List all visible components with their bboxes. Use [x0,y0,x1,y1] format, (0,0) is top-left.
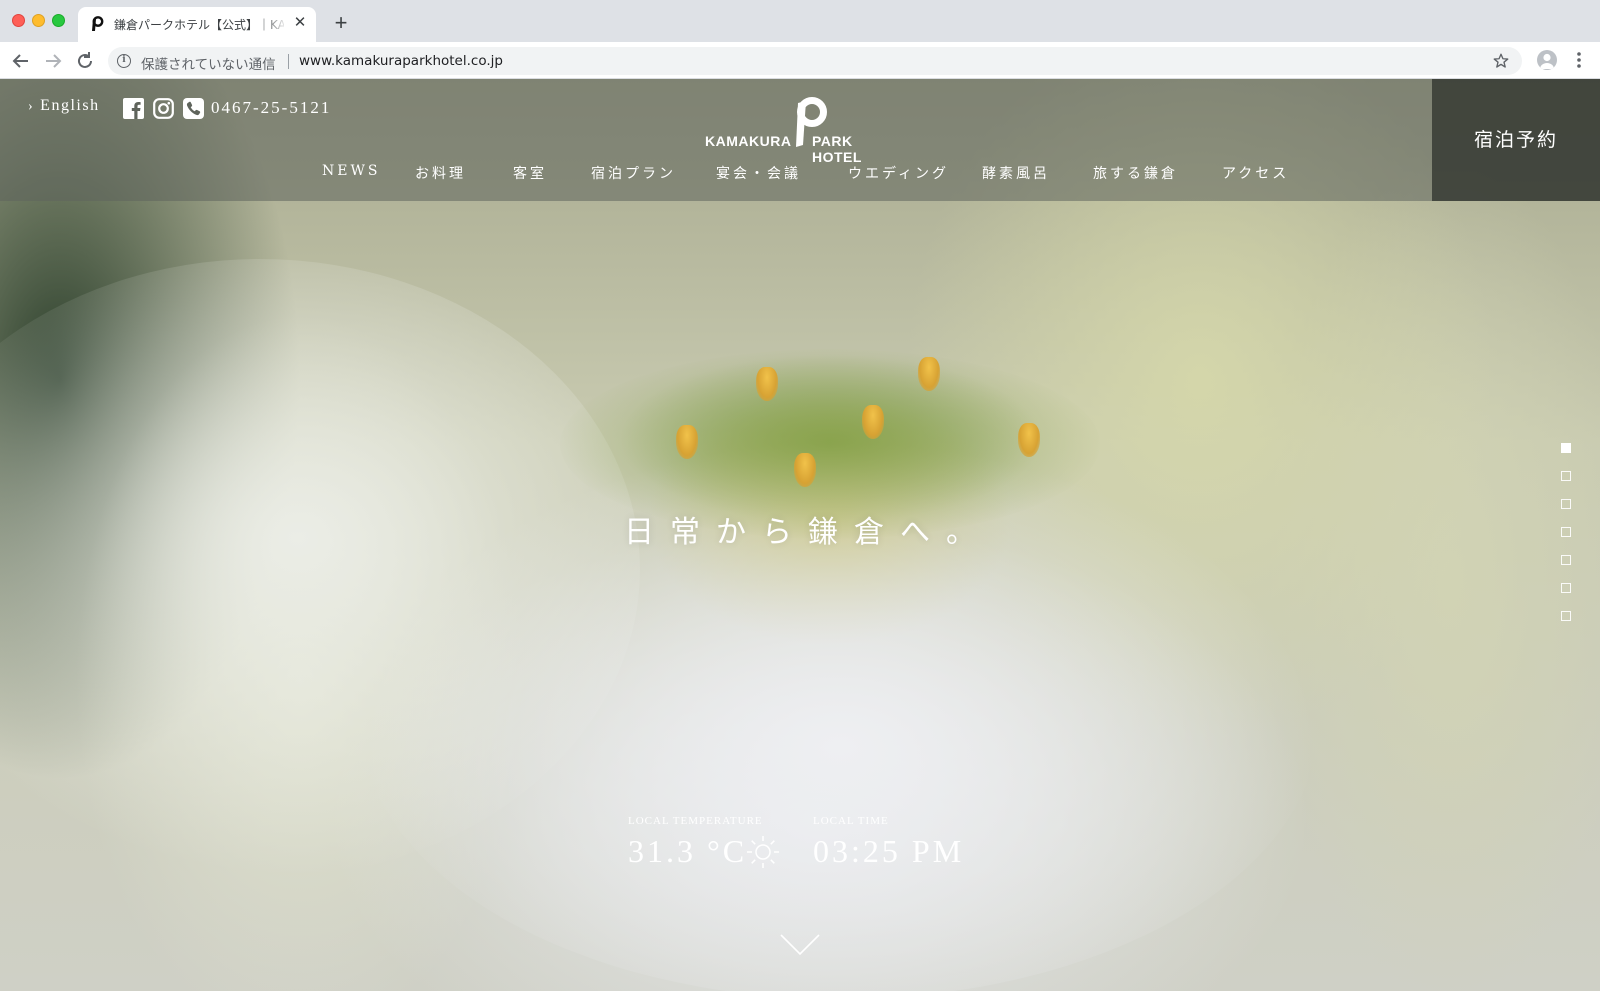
facebook-icon[interactable] [123,98,144,119]
logo-text-park-hotel: PARK HOTEL [812,133,862,165]
instagram-icon[interactable] [153,98,174,119]
temperature-label: LOCAL TEMPERATURE [628,815,763,827]
browser-menu-icon[interactable] [1576,51,1582,69]
phone-icon[interactable] [183,98,204,119]
nav-banquet[interactable]: 宴会・会議 [716,163,801,183]
time-label: LOCAL TIME [813,815,889,827]
hotel-logo[interactable]: KAMAKURA PARK HOTEL [700,97,900,165]
slide-indicator-6[interactable] [1561,583,1571,593]
nav-cuisine[interactable]: お料理 [415,163,466,183]
browser-tab[interactable]: 鎌倉パークホテル【公式】｜KAMAKURA PARK HOTEL ✕ [78,7,316,42]
security-status[interactable]: 保護されていない通信 [141,53,276,73]
tab-title: 鎌倉パークホテル【公式】｜KAMAKURA PARK HOTEL [114,18,284,32]
reload-icon[interactable] [73,49,97,73]
back-arrow-icon[interactable] [9,49,33,73]
global-nav: NEWS お料理 客室 宿泊プラン 宴会・会議 ウエディング 酵素風呂 旅する鎌… [0,163,1600,187]
forward-arrow-icon[interactable] [41,49,65,73]
address-bar[interactable]: i 保護されていない通信 www.kamakuraparkhotel.co.jp [108,47,1522,75]
logo-text-kamakura: KAMAKURA [705,133,792,149]
slide-indicator-5[interactable] [1561,555,1571,565]
hero-section: › English 0467-25-5121 KAMAKURA PARK HOTE… [0,79,1600,991]
nav-wedding[interactable]: ウエディング [848,163,949,183]
chevron-right-icon: › [28,99,35,114]
hero-catchphrase: 日常から鎌倉へ。 [624,515,992,550]
slide-indicator-1[interactable] [1561,443,1571,453]
nav-news[interactable]: NEWS [322,163,380,179]
nav-access[interactable]: アクセス [1222,163,1289,183]
browser-titlebar: 鎌倉パークホテル【公式】｜KAMAKURA PARK HOTEL ✕ + [0,0,1600,42]
scroll-down-chevron-icon[interactable] [778,931,822,959]
nav-stay-plans[interactable]: 宿泊プラン [591,163,676,183]
english-link[interactable]: › English [28,97,100,115]
nav-rooms[interactable]: 客室 [513,163,547,183]
window-close-button[interactable] [12,14,25,27]
temperature-value: 31.3 °C [628,833,748,869]
phone-number[interactable]: 0467-25-5121 [211,98,331,118]
reservation-button[interactable]: 宿泊予約 [1432,79,1600,201]
url-text[interactable]: www.kamakuraparkhotel.co.jp [299,53,503,69]
tab-close-icon[interactable]: ✕ [290,13,310,33]
new-tab-button[interactable]: + [330,12,352,34]
profile-avatar-icon[interactable] [1537,50,1557,70]
slide-indicator-2[interactable] [1561,471,1571,481]
reservation-button-label: 宿泊予約 [1473,129,1558,151]
hotel-favicon-icon [92,16,104,31]
sun-icon [747,836,779,868]
nav-travel-kamakura[interactable]: 旅する鎌倉 [1093,163,1178,183]
nav-enzyme-bath[interactable]: 酵素風呂 [982,163,1050,183]
info-icon[interactable]: i [117,54,131,68]
window-zoom-button[interactable] [52,14,65,27]
bookmark-star-icon[interactable] [1492,52,1510,70]
window-minimize-button[interactable] [32,14,45,27]
slide-indicator-7[interactable] [1561,611,1571,621]
browser-toolbar: i 保護されていない通信 www.kamakuraparkhotel.co.jp [0,42,1600,79]
time-value: 03:25 PM [813,833,965,869]
english-link-label: English [40,97,100,114]
site-header: › English 0467-25-5121 KAMAKURA PARK HOTE… [0,79,1600,201]
